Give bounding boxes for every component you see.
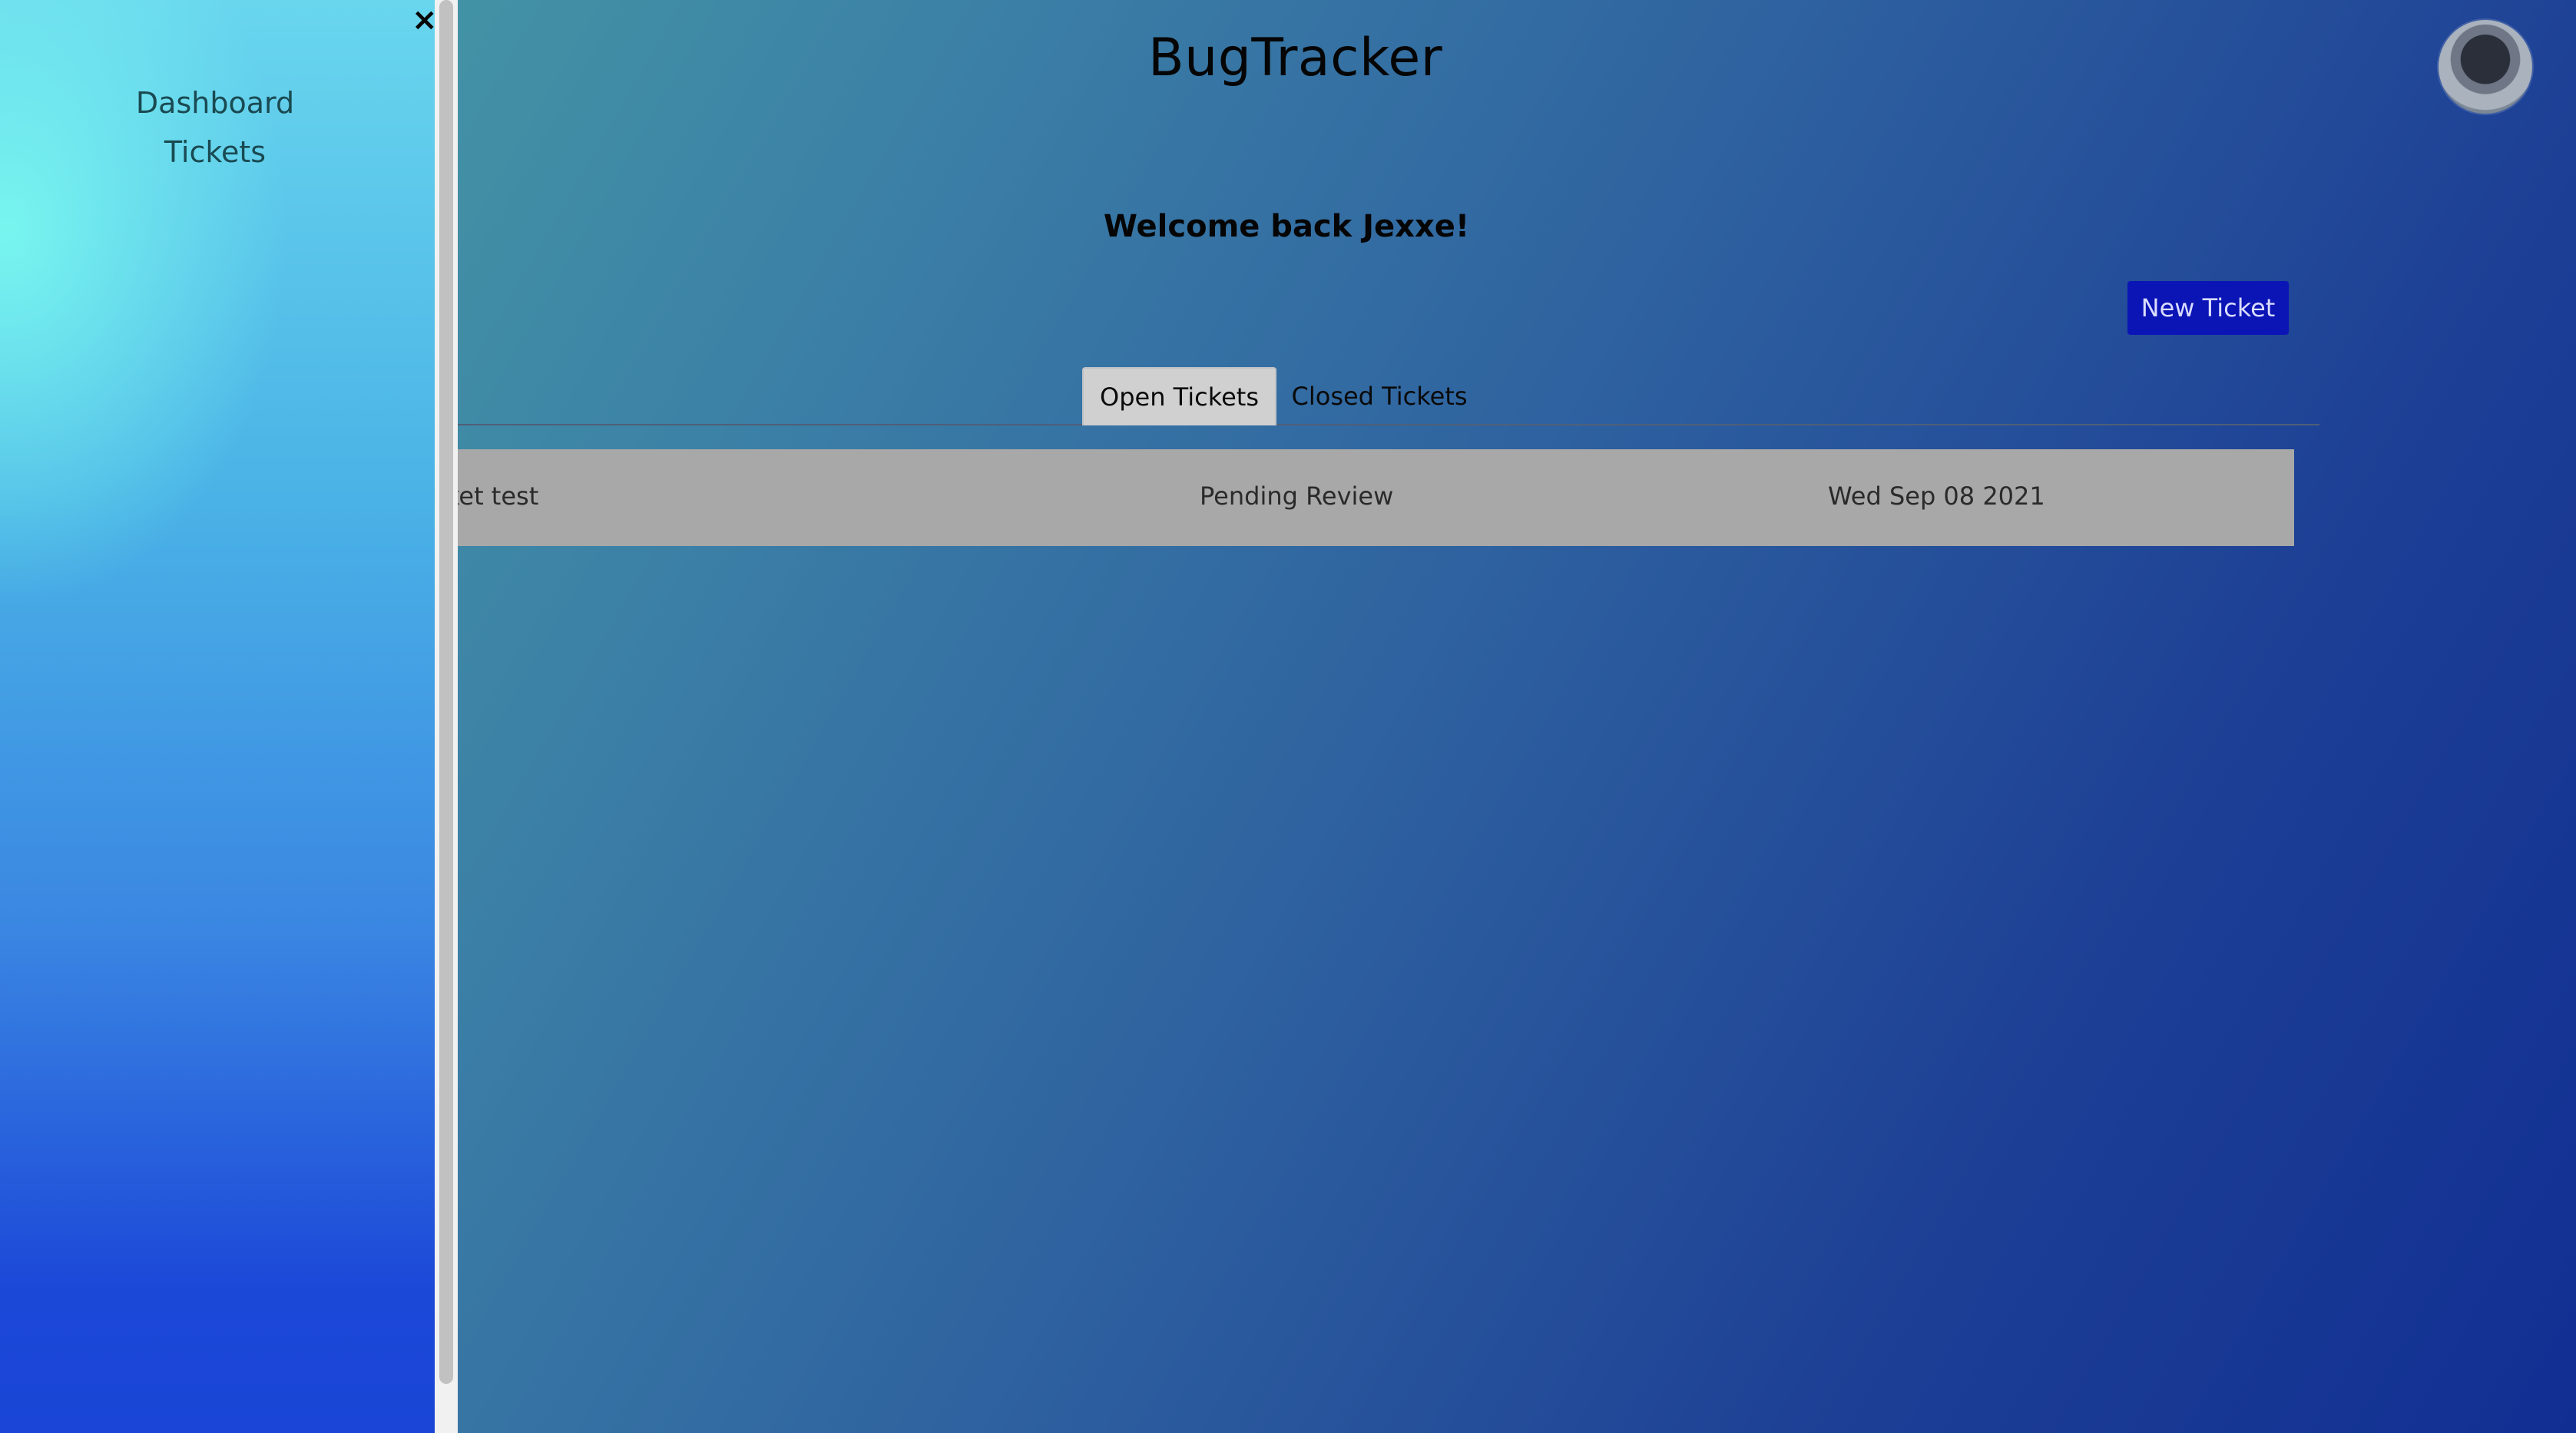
tab-open-tickets[interactable]: Open Tickets [1082, 367, 1276, 425]
sidebar-item-tickets[interactable]: Tickets [0, 135, 430, 169]
table-row[interactable]: ket test Pending Review Wed Sep 08 2021 [430, 449, 2294, 546]
new-ticket-button[interactable]: New Ticket [2127, 281, 2289, 335]
sidebar: × Dashboard Tickets [0, 0, 438, 1433]
ticket-status: Pending Review [1200, 482, 1394, 511]
page-title: BugTracker [1148, 28, 1443, 88]
avatar[interactable] [2439, 20, 2532, 114]
ticket-date: Wed Sep 08 2021 [1828, 482, 2045, 511]
close-icon[interactable]: × [412, 5, 438, 35]
scrollbar-thumb[interactable] [439, 0, 453, 1384]
tab-closed-tickets[interactable]: Closed Tickets [1287, 367, 1472, 425]
welcome-message: Welcome back Jexxe! [1103, 209, 1470, 244]
ticket-title: ket test [445, 482, 539, 511]
sidebar-item-dashboard[interactable]: Dashboard [0, 86, 430, 120]
ticket-tabs: Open Tickets Closed Tickets [458, 367, 2319, 425]
